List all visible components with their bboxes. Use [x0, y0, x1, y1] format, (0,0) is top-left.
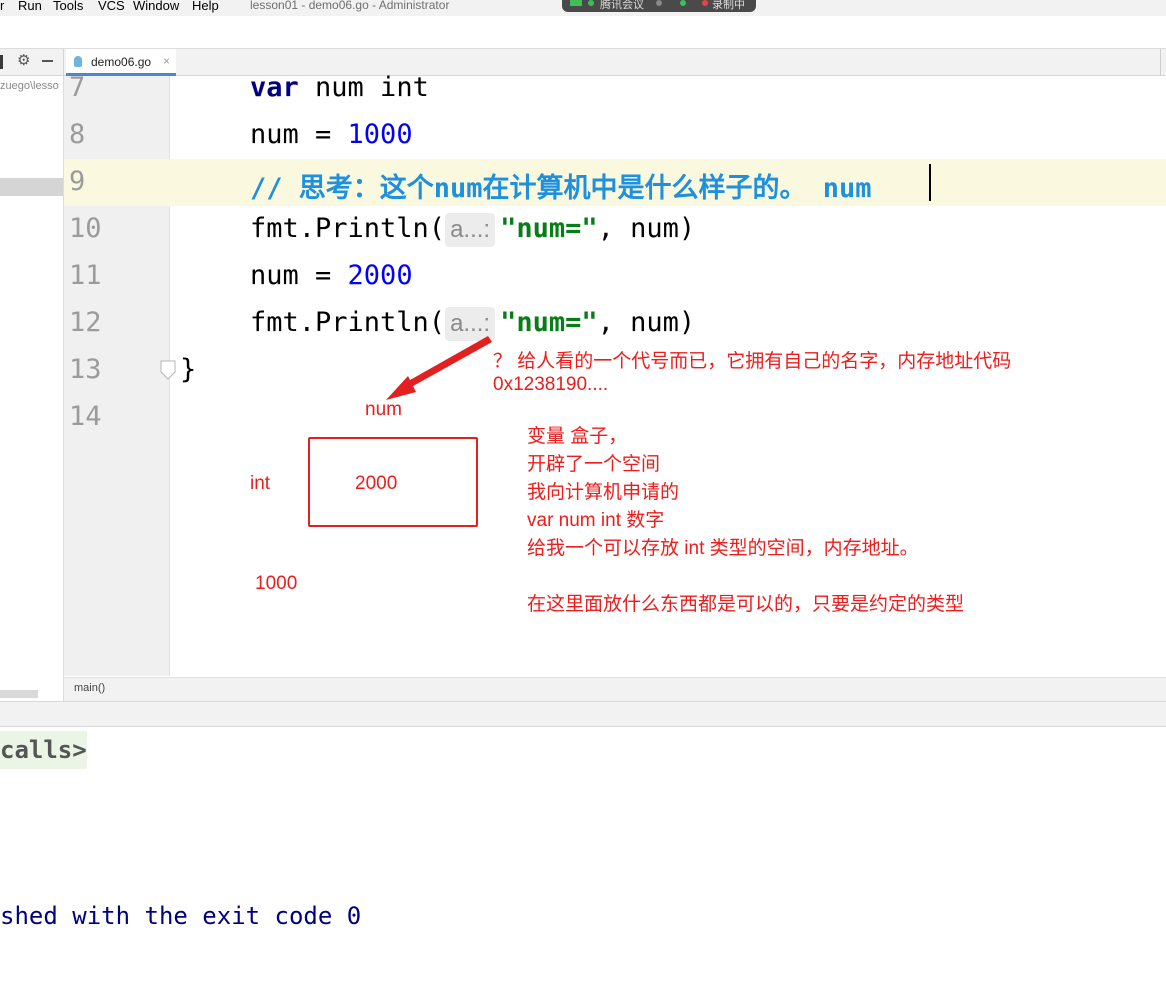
status-dot-icon [588, 0, 594, 6]
code-line-9[interactable]: // 思考：这个num在计算机中是什么样子的。 num [250, 166, 872, 205]
recording-label[interactable]: 录制中 [712, 0, 745, 12]
breadcrumb-item-main[interactable]: main() [74, 682, 105, 694]
menu-item-window[interactable]: Window [133, 0, 179, 13]
code-line-10[interactable]: fmt.Println(a...: "num=", num) [250, 213, 695, 247]
annotation-num-label: num [365, 399, 402, 420]
annotation-final-note: 在这里面放什么东西都是可以的，只要是约定的类型 [527, 594, 965, 615]
code-line-8[interactable]: num = 1000 [250, 119, 413, 150]
shield-icon [680, 0, 686, 6]
line-number: 14 [69, 401, 102, 432]
annotation-note: 开辟了一个空间 [527, 454, 661, 475]
annotation-note: 我向计算机申请的 [527, 482, 680, 503]
info-icon[interactable] [656, 0, 662, 6]
memory-box-value: 2000 [355, 473, 398, 494]
annotation-arrow [386, 336, 492, 400]
project-toolbar: ⚙ [0, 49, 64, 76]
menu-item-tools[interactable]: Tools [53, 0, 83, 13]
window-title: lesson01 - demo06.go - Administrator [250, 0, 450, 12]
tab-filename: demo06.go [91, 55, 152, 69]
code-line-13[interactable]: } [180, 354, 196, 385]
line-number: 10 [69, 213, 102, 244]
line-number: 12 [69, 307, 102, 338]
pane-edge [0, 55, 3, 69]
string-literal: "num=" [500, 213, 598, 244]
code-text: num = [250, 119, 348, 150]
menu-bar: r Run Tools VCS Window Help lesson01 - d… [0, 0, 1166, 16]
code-text: , num) [597, 307, 696, 338]
closing-brace: } [180, 354, 197, 385]
code-text: num = [250, 260, 348, 291]
line-number: 7 [69, 72, 86, 103]
annotation-note: var num int 数字 [527, 510, 665, 531]
meeting-app-label: 腾讯会议 [600, 0, 644, 11]
code-text: , num) [597, 213, 696, 244]
text-caret [929, 164, 931, 201]
annotation-old-value: 1000 [255, 573, 298, 594]
number-literal: 2000 [347, 260, 413, 291]
annotation-note: 变量 盒子， [527, 426, 628, 447]
line-number: 9 [69, 166, 86, 197]
editor-tab-bar: ⚙ demo06.go × [0, 48, 1166, 76]
code-line-11[interactable]: num = 2000 [250, 260, 413, 291]
parameter-hint: a...: [445, 213, 496, 247]
line-number: 13 [69, 354, 102, 385]
line-number: 11 [69, 260, 102, 291]
go-file-icon [74, 56, 82, 67]
annotation-int-label: int [250, 473, 271, 494]
menu-item-partial[interactable]: r [0, 0, 4, 13]
run-console[interactable] [0, 727, 1166, 981]
annotation-note: 给我一个可以存放 int 类型的空间，内存地址。 [527, 538, 919, 559]
record-dot-icon [702, 0, 708, 6]
menu-item-help[interactable]: Help [192, 0, 219, 13]
horizontal-scrollbar[interactable] [0, 690, 38, 698]
project-selected-item[interactable] [0, 178, 63, 196]
signal-icon [570, 0, 582, 6]
meeting-toolbar[interactable]: 腾讯会议 录制中 [562, 0, 756, 12]
console-exit-message: shed with the exit code 0 [0, 902, 362, 930]
project-path: zuego\lesso [0, 80, 59, 92]
menu-item-vcs[interactable]: VCS [98, 0, 125, 13]
close-icon[interactable]: × [163, 54, 170, 68]
breadcrumb: main() [64, 677, 1166, 701]
menu-item-run[interactable]: Run [18, 0, 42, 13]
fold-end-icon[interactable] [160, 360, 176, 380]
run-panel-header [0, 701, 1166, 727]
line-number: 8 [69, 119, 86, 150]
code-comment: // 思考：这个num在计算机中是什么样子的。 num [250, 173, 872, 204]
annotation-question-line2: 0x1238190.... [493, 374, 609, 395]
code-line-7[interactable]: var num int [250, 72, 429, 103]
console-calls-output: calls> [0, 731, 87, 769]
annotation-question-line1: ？ 给人看的一个代号而已，它拥有自己的名字，内存地址代码 [493, 351, 1012, 372]
keyword-var: var [250, 72, 299, 103]
code-text: num int [298, 72, 429, 103]
gear-icon[interactable]: ⚙ [17, 51, 30, 69]
string-literal: "num=" [500, 307, 598, 338]
code-text: fmt.Println( [250, 213, 446, 244]
project-pane[interactable]: zuego\lesso [0, 76, 64, 701]
number-literal: 1000 [347, 119, 413, 150]
tab-divider [1160, 49, 1161, 76]
minimize-icon[interactable] [42, 60, 53, 62]
